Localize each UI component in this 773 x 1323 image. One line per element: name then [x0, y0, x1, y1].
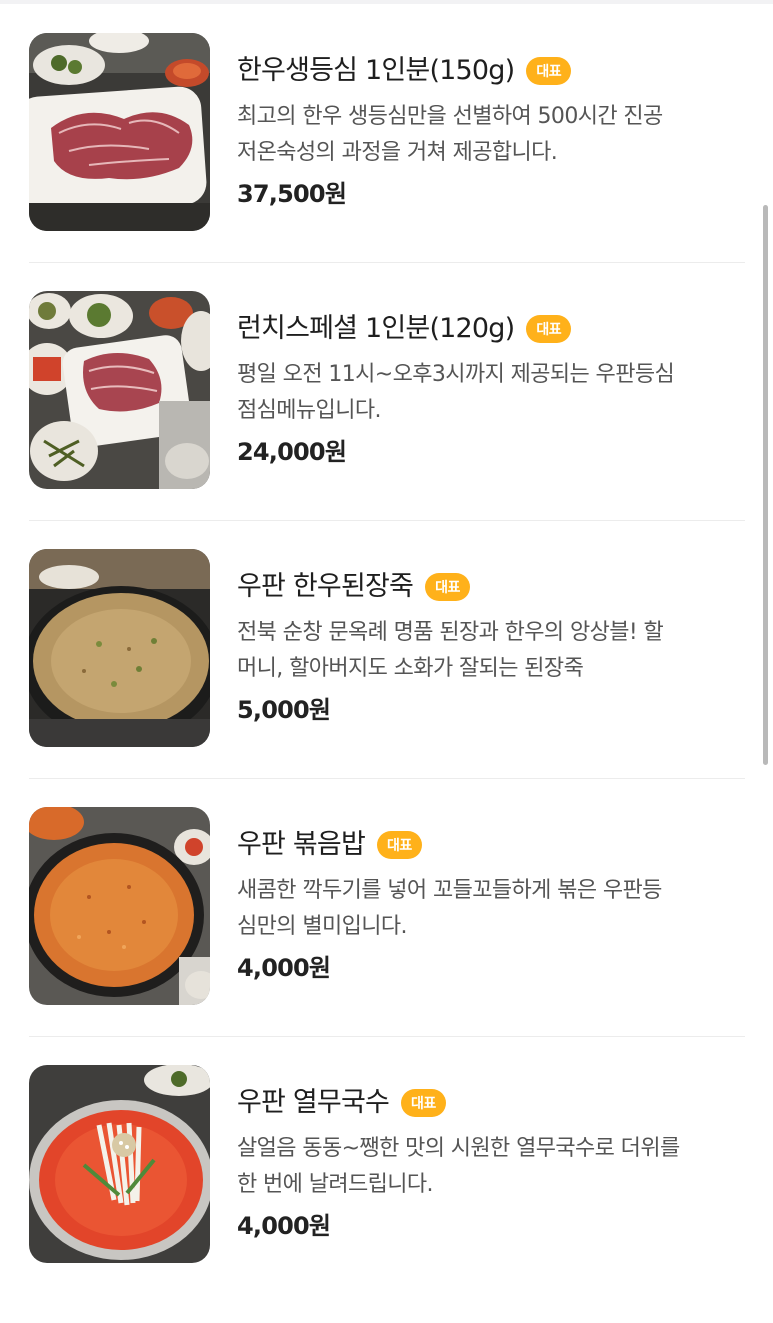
- menu-item[interactable]: 우판 열무국수 대표 살얼음 동동~쨍한 맛의 시원한 열무국수로 더위를 한 …: [0, 1065, 773, 1323]
- signature-badge: 대표: [526, 315, 572, 343]
- divider: [29, 262, 745, 263]
- menu-item[interactable]: 한우생등심 1인분(150g) 대표 최고의 한우 생등심만을 선별하여 500…: [0, 33, 773, 291]
- cold-noodle-photo-icon: [29, 1065, 210, 1263]
- menu-description: 최고의 한우 생등심만을 선별하여 500시간 진공 저온숙성의 과정을 거쳐 …: [237, 104, 663, 165]
- menu-photo: [29, 291, 210, 489]
- menu-description: 전북 순창 문옥례 명품 된장과 한우의 앙상블! 할 머니, 할아버지도 소화…: [237, 620, 664, 681]
- divider: [29, 778, 745, 779]
- menu-item[interactable]: 우판 볶음밥 대표 새콤한 깍두기를 넣어 꼬들꼬들하게 볶은 우판등 심만의 …: [0, 807, 773, 1065]
- menu-title: 런치스페셜 1인분(120g): [237, 313, 515, 344]
- menu-price: 37,500원: [237, 180, 347, 208]
- menu-price: 5,000원: [237, 696, 331, 724]
- divider: [29, 1036, 745, 1037]
- menu-price: 4,000원: [237, 954, 331, 982]
- menu-description: 평일 오전 11시~오후3시까지 제공되는 우판등심 점심메뉴입니다.: [237, 362, 675, 423]
- menu-title: 한우생등심 1인분(150g): [237, 55, 515, 86]
- menu-photo: [29, 33, 210, 231]
- menu-item[interactable]: 우판 한우된장죽 대표 전북 순창 문옥례 명품 된장과 한우의 앙상블! 할 …: [0, 549, 773, 807]
- menu-description: 새콤한 깍두기를 넣어 꼬들꼬들하게 볶은 우판등 심만의 별미입니다.: [237, 878, 662, 939]
- menu-price: 4,000원: [237, 1212, 331, 1240]
- menu-title: 우판 열무국수: [237, 1087, 390, 1118]
- top-edge: [0, 0, 773, 4]
- menu-photo: [29, 807, 210, 1005]
- lunch-beef-photo-icon: [29, 291, 210, 489]
- menu-price: 24,000원: [237, 438, 347, 466]
- signature-badge: 대표: [401, 1089, 446, 1117]
- sliced-beef-photo-icon: [29, 33, 210, 231]
- signature-badge: 대표: [526, 57, 572, 85]
- menu-photo: [29, 549, 210, 747]
- menu-photo: [29, 1065, 210, 1263]
- signature-badge: 대표: [425, 573, 470, 601]
- menu-description: 살얼음 동동~쨍한 맛의 시원한 열무국수로 더위를 한 번에 날려드립니다.: [237, 1136, 680, 1197]
- fried-rice-photo-icon: [29, 807, 210, 1005]
- soybean-porridge-photo-icon: [29, 549, 210, 747]
- signature-badge: 대표: [376, 831, 422, 859]
- menu-title: 우판 한우된장죽: [237, 571, 414, 602]
- menu-item[interactable]: 런치스페셜 1인분(120g) 대표 평일 오전 11시~오후3시까지 제공되는…: [0, 291, 773, 549]
- divider: [29, 520, 745, 521]
- scrollbar[interactable]: [763, 205, 768, 765]
- menu-title: 우판 볶음밥: [237, 829, 366, 860]
